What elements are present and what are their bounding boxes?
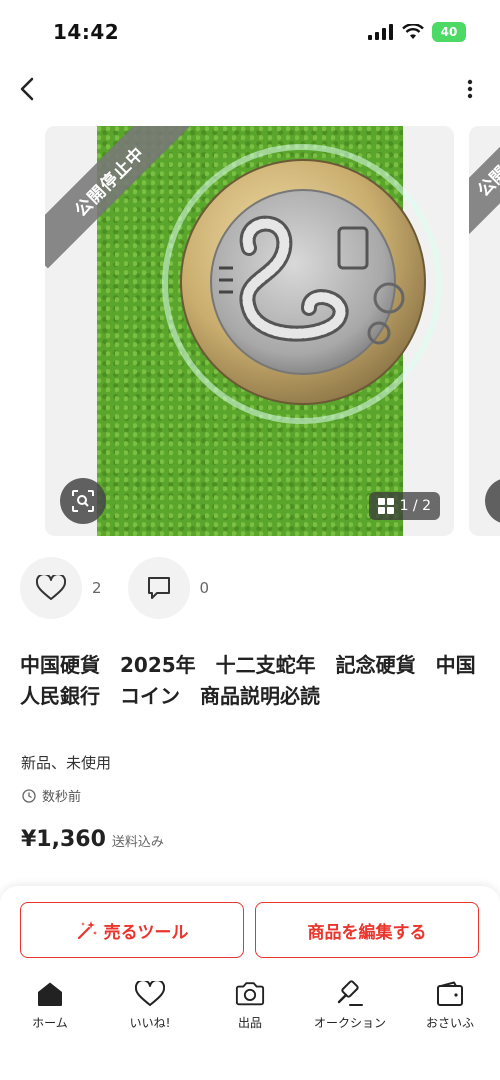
posted-time: 数秒前 xyxy=(22,786,81,805)
sell-tool-button[interactable]: 売るツール xyxy=(20,902,244,958)
price: ¥1,360 xyxy=(21,827,106,852)
back-button[interactable] xyxy=(12,72,42,106)
tab-wallet[interactable]: おさいふ xyxy=(400,980,500,1040)
battery-indicator: 40 xyxy=(432,22,466,42)
tab-home-label: ホーム xyxy=(32,1016,68,1030)
tab-auction-label: オークション xyxy=(313,1016,386,1030)
engagement-actions: 2 0 xyxy=(20,557,235,619)
like-count: 2 xyxy=(92,579,102,597)
tab-likes[interactable]: いいね! xyxy=(100,980,200,1040)
tab-auction[interactable]: オークション xyxy=(300,980,400,1040)
heart-icon xyxy=(36,575,66,600)
clock-icon xyxy=(22,788,36,803)
status-badge: 公開停止中 xyxy=(45,126,195,269)
action-buttons: 売るツール 商品を編集する xyxy=(20,902,479,958)
product-title: 中国硬貨 2025年 十二支蛇年 記念硬貨 中国人民銀行 コイン 商品説明必読 xyxy=(20,653,476,708)
gavel-icon xyxy=(337,980,363,1006)
signal-icon xyxy=(368,24,393,40)
grid-icon xyxy=(377,498,394,514)
magic-wand-icon xyxy=(77,921,97,940)
tab-sell-label: 出品 xyxy=(237,1016,262,1030)
home-icon xyxy=(38,982,62,1006)
image-counter-text: 1 / 2 xyxy=(399,498,431,514)
status-ribbon-next: 公開停止中 xyxy=(469,126,500,256)
nav-bar xyxy=(0,64,500,114)
shipping-note: 送料込み xyxy=(111,835,164,850)
tab-home[interactable]: ホーム xyxy=(0,980,100,1040)
status-indicators: 40 xyxy=(368,22,466,42)
product-condition: 新品、未使用 xyxy=(21,754,112,772)
status-time: 14:42 xyxy=(53,20,120,44)
comment-button[interactable] xyxy=(127,557,190,619)
carousel-slide-next[interactable]: 公開停止中 xyxy=(469,126,500,536)
camera-icon xyxy=(235,982,265,1006)
heart-icon xyxy=(135,981,165,1006)
posted-time-text: 数秒前 xyxy=(42,790,82,805)
tab-bar: ホーム いいね! 出品 オークション おさいふ xyxy=(0,980,500,1040)
zoom-button[interactable] xyxy=(60,478,106,524)
more-vertical-icon xyxy=(467,79,473,99)
tab-sell[interactable]: 出品 xyxy=(200,980,300,1040)
coin-image xyxy=(180,159,426,405)
wifi-icon xyxy=(402,24,424,39)
status-badge-next: 公開停止中 xyxy=(469,126,500,256)
zoom-button-next[interactable] xyxy=(485,478,500,524)
bottom-sheet: 売るツール 商品を編集する ホーム いいね! 出品 オークション おさいふ xyxy=(0,886,500,1080)
status-ribbon: 公開停止中 xyxy=(45,126,195,276)
edit-product-button[interactable]: 商品を編集する xyxy=(255,902,479,958)
tab-likes-label: いいね! xyxy=(129,1016,171,1030)
more-button[interactable] xyxy=(460,72,480,106)
sell-tool-label: 売るツール xyxy=(103,922,189,943)
like-button[interactable] xyxy=(20,557,82,619)
scan-search-icon xyxy=(72,490,94,512)
comment-icon xyxy=(147,577,170,599)
edit-product-label: 商品を編集する xyxy=(307,922,427,943)
image-counter: 1 / 2 xyxy=(368,492,440,520)
carousel-slide[interactable]: 公開停止中 1 / 2 xyxy=(45,126,454,536)
tab-wallet-label: おさいふ xyxy=(425,1016,474,1030)
wallet-icon xyxy=(437,981,463,1006)
status-bar: 14:42 40 xyxy=(0,0,500,64)
image-carousel[interactable]: 公開停止中 1 / 2 公開停止中 xyxy=(0,126,500,536)
price-row: ¥1,360 送料込み xyxy=(21,827,164,852)
chevron-left-icon xyxy=(20,77,34,101)
comment-count: 0 xyxy=(199,579,210,597)
